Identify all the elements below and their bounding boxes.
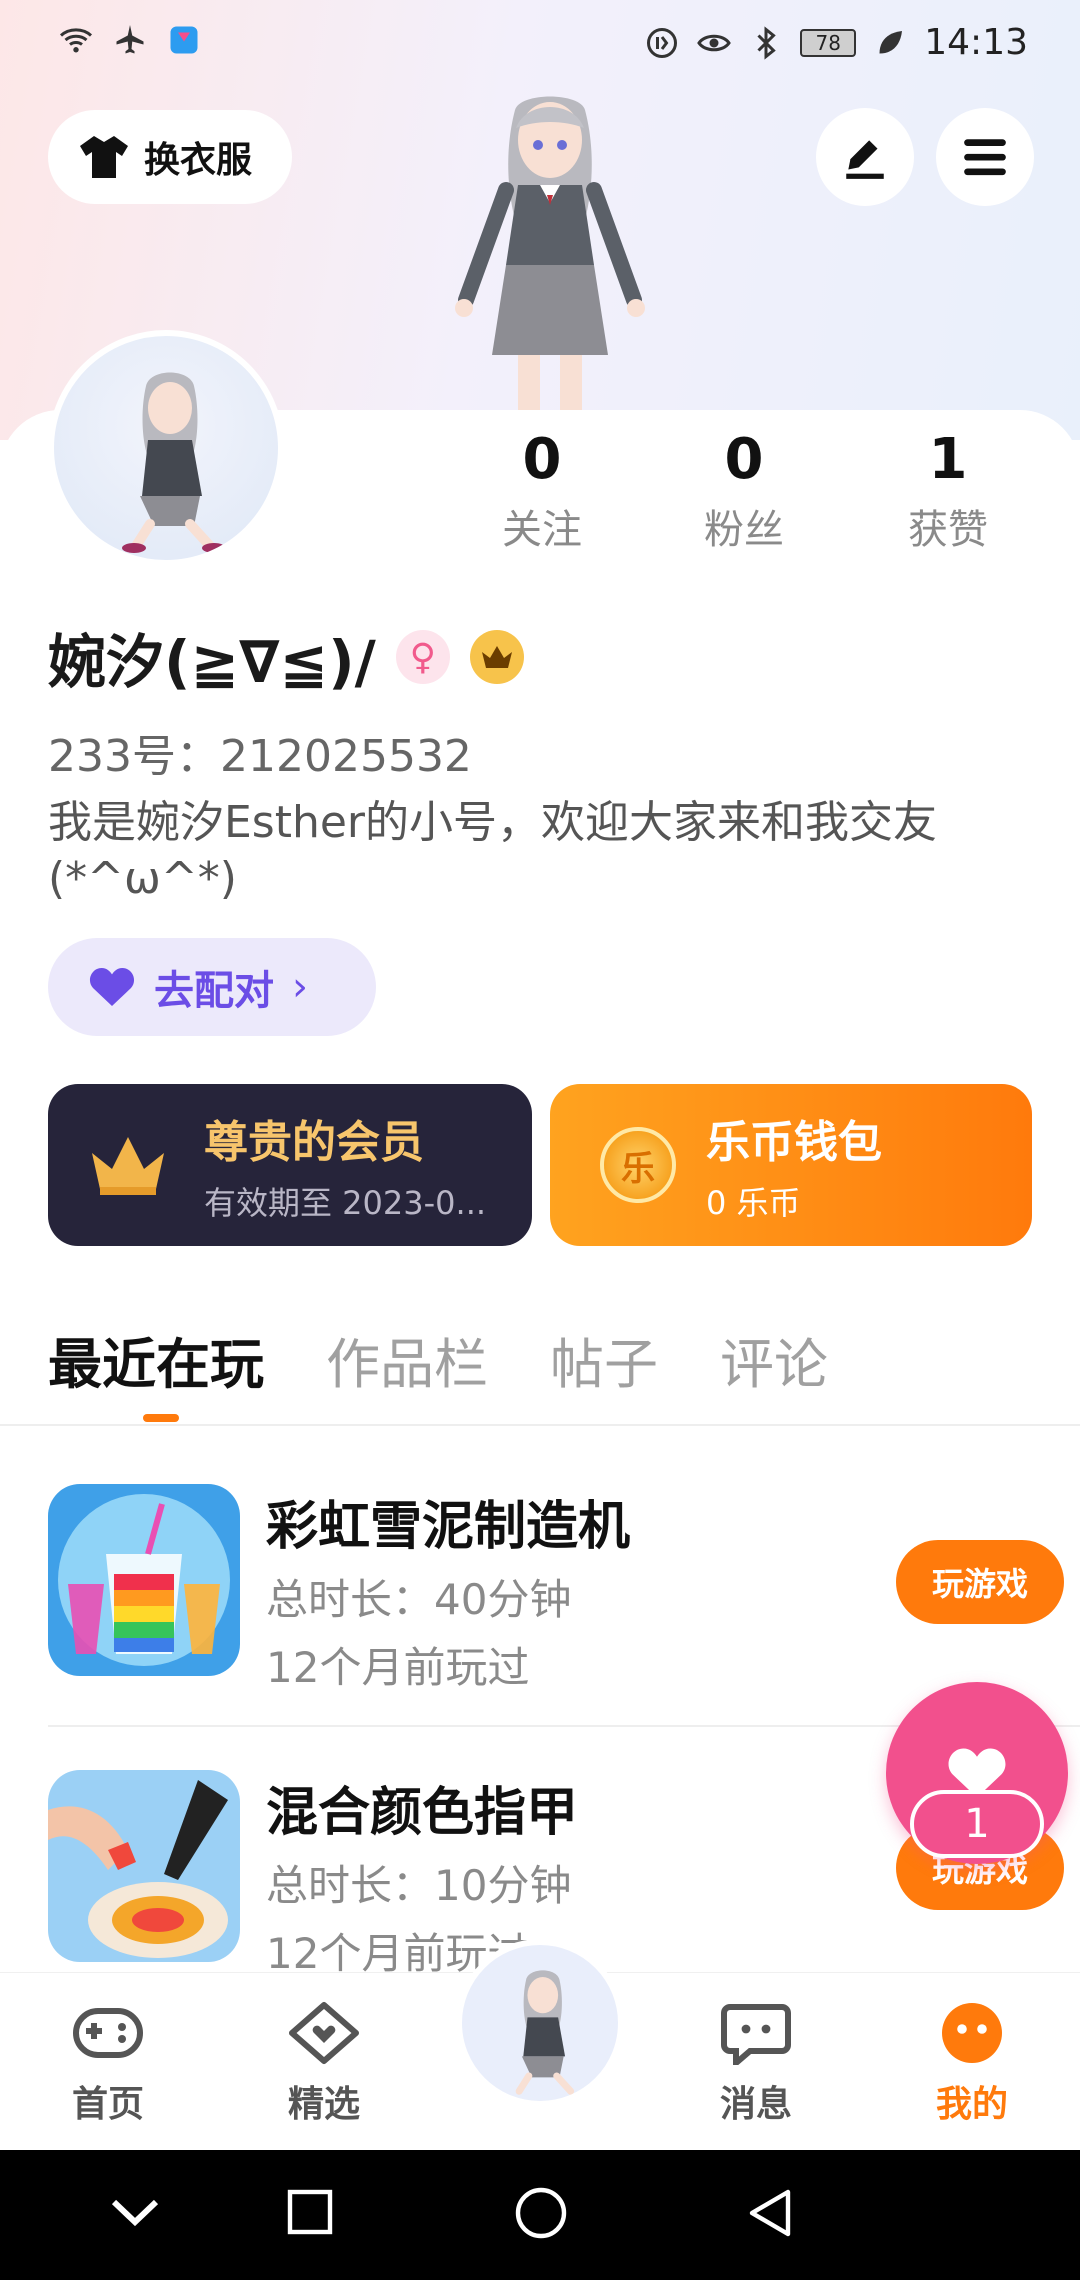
collapse-chevron-icon[interactable] [108,2192,162,2232]
profile-name-row: 婉汐(≧∇≦)/ ♀ [48,615,524,699]
tab-posts[interactable]: 帖子 [550,1320,658,1410]
nav-home-label: 首页 [71,2084,144,2125]
nav-featured[interactable]: 精选 [254,2001,394,2127]
play-game-button[interactable]: 玩游戏 [896,1540,1064,1624]
gamepad-icon [73,2008,143,2058]
following-count: 0 [522,427,562,492]
like-count-badge: 1 [910,1790,1044,1858]
nav-home[interactable]: 首页 [38,2001,178,2127]
vip-expiry: 有效期至 2023-0... [204,1184,487,1222]
profile-stats: 0 关注 0 粉丝 1 获赞 [470,420,1070,570]
followers-count: 0 [724,427,764,492]
edit-profile-button[interactable] [816,108,914,206]
avatar-image [515,1970,575,2095]
game-icon-color-nails [48,1770,240,1962]
message-icon [721,2004,791,2070]
chevron-right-icon: › [292,964,308,1010]
nav-avatar-center[interactable] [456,1939,624,2107]
recent-apps-icon[interactable] [286,2188,334,2236]
profile-tabs: 最近在玩 作品栏 帖子 评论 [48,1320,1048,1422]
nav-profile-label: 我的 [935,2084,1008,2125]
nav-messages-label: 消息 [719,2084,792,2125]
change-outfit-button[interactable]: 换衣服 [48,110,292,204]
battery-indicator: 78 [800,28,857,57]
game-duration: 总时长：40分钟 [266,1575,572,1624]
profile-bio: 我是婉汐Esther的小号，欢迎大家来和我交友(*^ω^*) [48,797,938,904]
vip-title: 尊贵的会员 [204,1117,424,1168]
menu-button[interactable] [936,108,1034,206]
go-match-button[interactable]: 去配对 › [48,938,376,1036]
wifi-icon [59,28,93,53]
profile-icon [942,2003,1002,2063]
app-notification-icon [170,26,198,54]
nav-messages[interactable]: 消息 [686,2001,826,2127]
avatar-image [122,372,226,553]
likes-count: 1 [928,427,968,492]
wallet-balance: 0 乐币 [706,1184,801,1222]
avatar-character-illustration [455,96,645,410]
tab-recently-played[interactable]: 最近在玩 [48,1320,264,1422]
leaf-icon [879,30,903,53]
game-duration: 总时长：10分钟 [266,1861,572,1910]
game-last-played: 12个月前玩过 [266,1643,530,1692]
bottom-navigation: 首页 精选 消息 我的 [0,1939,1080,2150]
coin-wallet-card[interactable]: 乐 乐币钱包 0 乐币 [550,1084,1032,1246]
wallet-title: 乐币钱包 [706,1117,882,1168]
status-bar: 78 14:13 [0,22,1080,72]
back-triangle-icon[interactable] [744,2186,796,2240]
coin-icon: 乐 [600,1127,676,1203]
tshirt-icon [80,136,128,178]
status-time: 14:13 [924,22,1028,63]
hamburger-menu-icon [964,139,1006,176]
following-label: 关注 [502,507,582,553]
bluetooth-icon [757,25,776,60]
tabs-divider [0,1424,1080,1426]
heart-chat-icon [289,2002,359,2064]
nav-featured-label: 精选 [287,2084,360,2125]
female-gender-icon: ♀ [395,630,450,684]
tab-comments[interactable]: 评论 [720,1320,828,1410]
eye-icon [697,34,732,51]
followers-stat[interactable]: 0 粉丝 [664,420,824,560]
go-match-label: 去配对 [154,968,274,1014]
likes-label: 获赞 [908,507,988,553]
home-circle-icon[interactable] [514,2186,568,2240]
pen-icon [846,140,884,179]
airplane-icon [116,25,144,54]
change-outfit-label: 换衣服 [144,140,253,181]
user-id: 233号：212025532 [48,731,472,782]
vip-membership-card[interactable]: 尊贵的会员 有效期至 2023-0... [48,1084,532,1246]
likes-stat[interactable]: 1 获赞 [868,420,1028,560]
tab-works[interactable]: 作品栏 [326,1320,488,1410]
following-stat[interactable]: 0 关注 [462,420,622,560]
game-row[interactable]: 彩虹雪泥制造机 总时长：40分钟 12个月前玩过 玩游戏 [48,1484,1064,1692]
profile-avatar[interactable] [48,330,284,566]
heart-icon [89,968,135,1006]
system-navigation-bar [0,2150,1080,2280]
game-title: 彩虹雪泥制造机 [266,1497,631,1557]
game-title: 混合颜色指甲 [266,1783,579,1843]
sync-icon [647,27,678,58]
profile-name: 婉汐(≧∇≦)/ [48,628,376,696]
followers-label: 粉丝 [704,507,784,553]
nav-profile[interactable]: 我的 [902,2001,1042,2127]
vip-crown-icon [469,630,524,684]
gold-crown-icon [92,1137,164,1195]
game-icon-rainbow-slush [48,1484,240,1676]
